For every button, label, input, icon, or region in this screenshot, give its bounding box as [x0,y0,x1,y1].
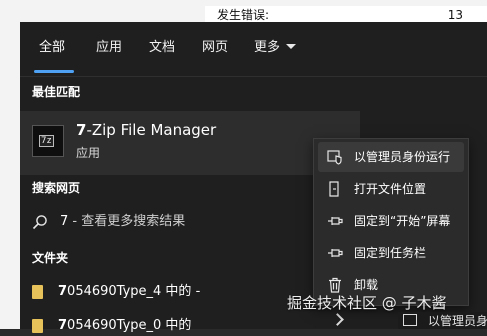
web-search-suffix: - 查看更多搜索结果 [68,214,186,229]
trash-icon [329,277,341,293]
pin-icon [328,249,343,257]
web-search-text: 7 - 查看更多搜索结果 [60,212,185,232]
menu-item-label: 固定到“开始”屏幕 [354,214,451,228]
best-match-title: 7-Zip File Manager [76,120,216,140]
tabs-divider [20,76,487,77]
folder-result-rest: 054690Type_0 中的 [67,318,192,333]
folder-result-text: 7054690Type_4 中的 - [58,282,200,302]
pin-icon [328,217,343,225]
context-menu: 以管理员身份运行 打开文件位置 固定到“开始”屏幕 固定到任务栏 卸载 [313,138,469,306]
tab-more[interactable]: 更多 [254,39,297,57]
folder-result-match: 7 [58,318,68,333]
open-folder-icon [329,181,339,197]
folder-result-match: 7 [58,284,68,299]
best-match-title-rest: -Zip File Manager [86,121,217,139]
search-icon [32,215,47,230]
watermark: 掘金技术社区 @ 子木酱 [287,294,447,312]
shield-admin-icon [403,314,417,326]
active-tab-indicator [34,70,74,73]
menu-item-run-as-admin[interactable]: 以管理员身份运行 [318,142,464,172]
folder-result-rest: 054690Type_4 中的 - [67,284,201,299]
menu-item-open-location[interactable]: 打开文件位置 [318,174,464,204]
shield-admin-icon [327,150,342,165]
menu-item-label: 以管理员身份运行 [354,150,451,164]
folders-header: 文件夹 [32,251,69,265]
tab-web[interactable]: 网页 [202,39,228,57]
tab-apps[interactable]: 应用 [96,39,122,57]
menu-item-pin-start[interactable]: 固定到“开始”屏幕 [318,206,464,236]
best-match-result[interactable]: 7z 7-Zip File Manager 应用 [20,111,360,175]
web-search-header: 搜索网页 [32,181,81,195]
7zip-app-icon: 7z [32,125,64,157]
7zip-icon-text: 7z [39,135,54,147]
best-match-subtitle: 应用 [76,146,101,160]
menu-item-pin-taskbar[interactable]: 固定到任务栏 [318,238,464,268]
search-filter-tabs: 全部 应用 文档 网页 更多 [20,22,487,74]
tab-all[interactable]: 全部 [39,39,65,57]
best-match-title-match: 7 [76,121,87,139]
best-match-header: 最佳匹配 [32,85,81,99]
partial-menu-item-label[interactable]: 以管理员身 [428,313,487,329]
folder-result-text: 7054690Type_0 中的 [58,316,191,336]
tab-documents[interactable]: 文档 [149,39,175,57]
folder-icon [32,285,43,299]
tab-more-label: 更多 [254,40,281,55]
folder-icon [32,319,43,333]
chevron-down-icon [286,44,297,49]
menu-item-label: 固定到任务栏 [354,246,427,260]
menu-item-label: 打开文件位置 [354,182,427,196]
